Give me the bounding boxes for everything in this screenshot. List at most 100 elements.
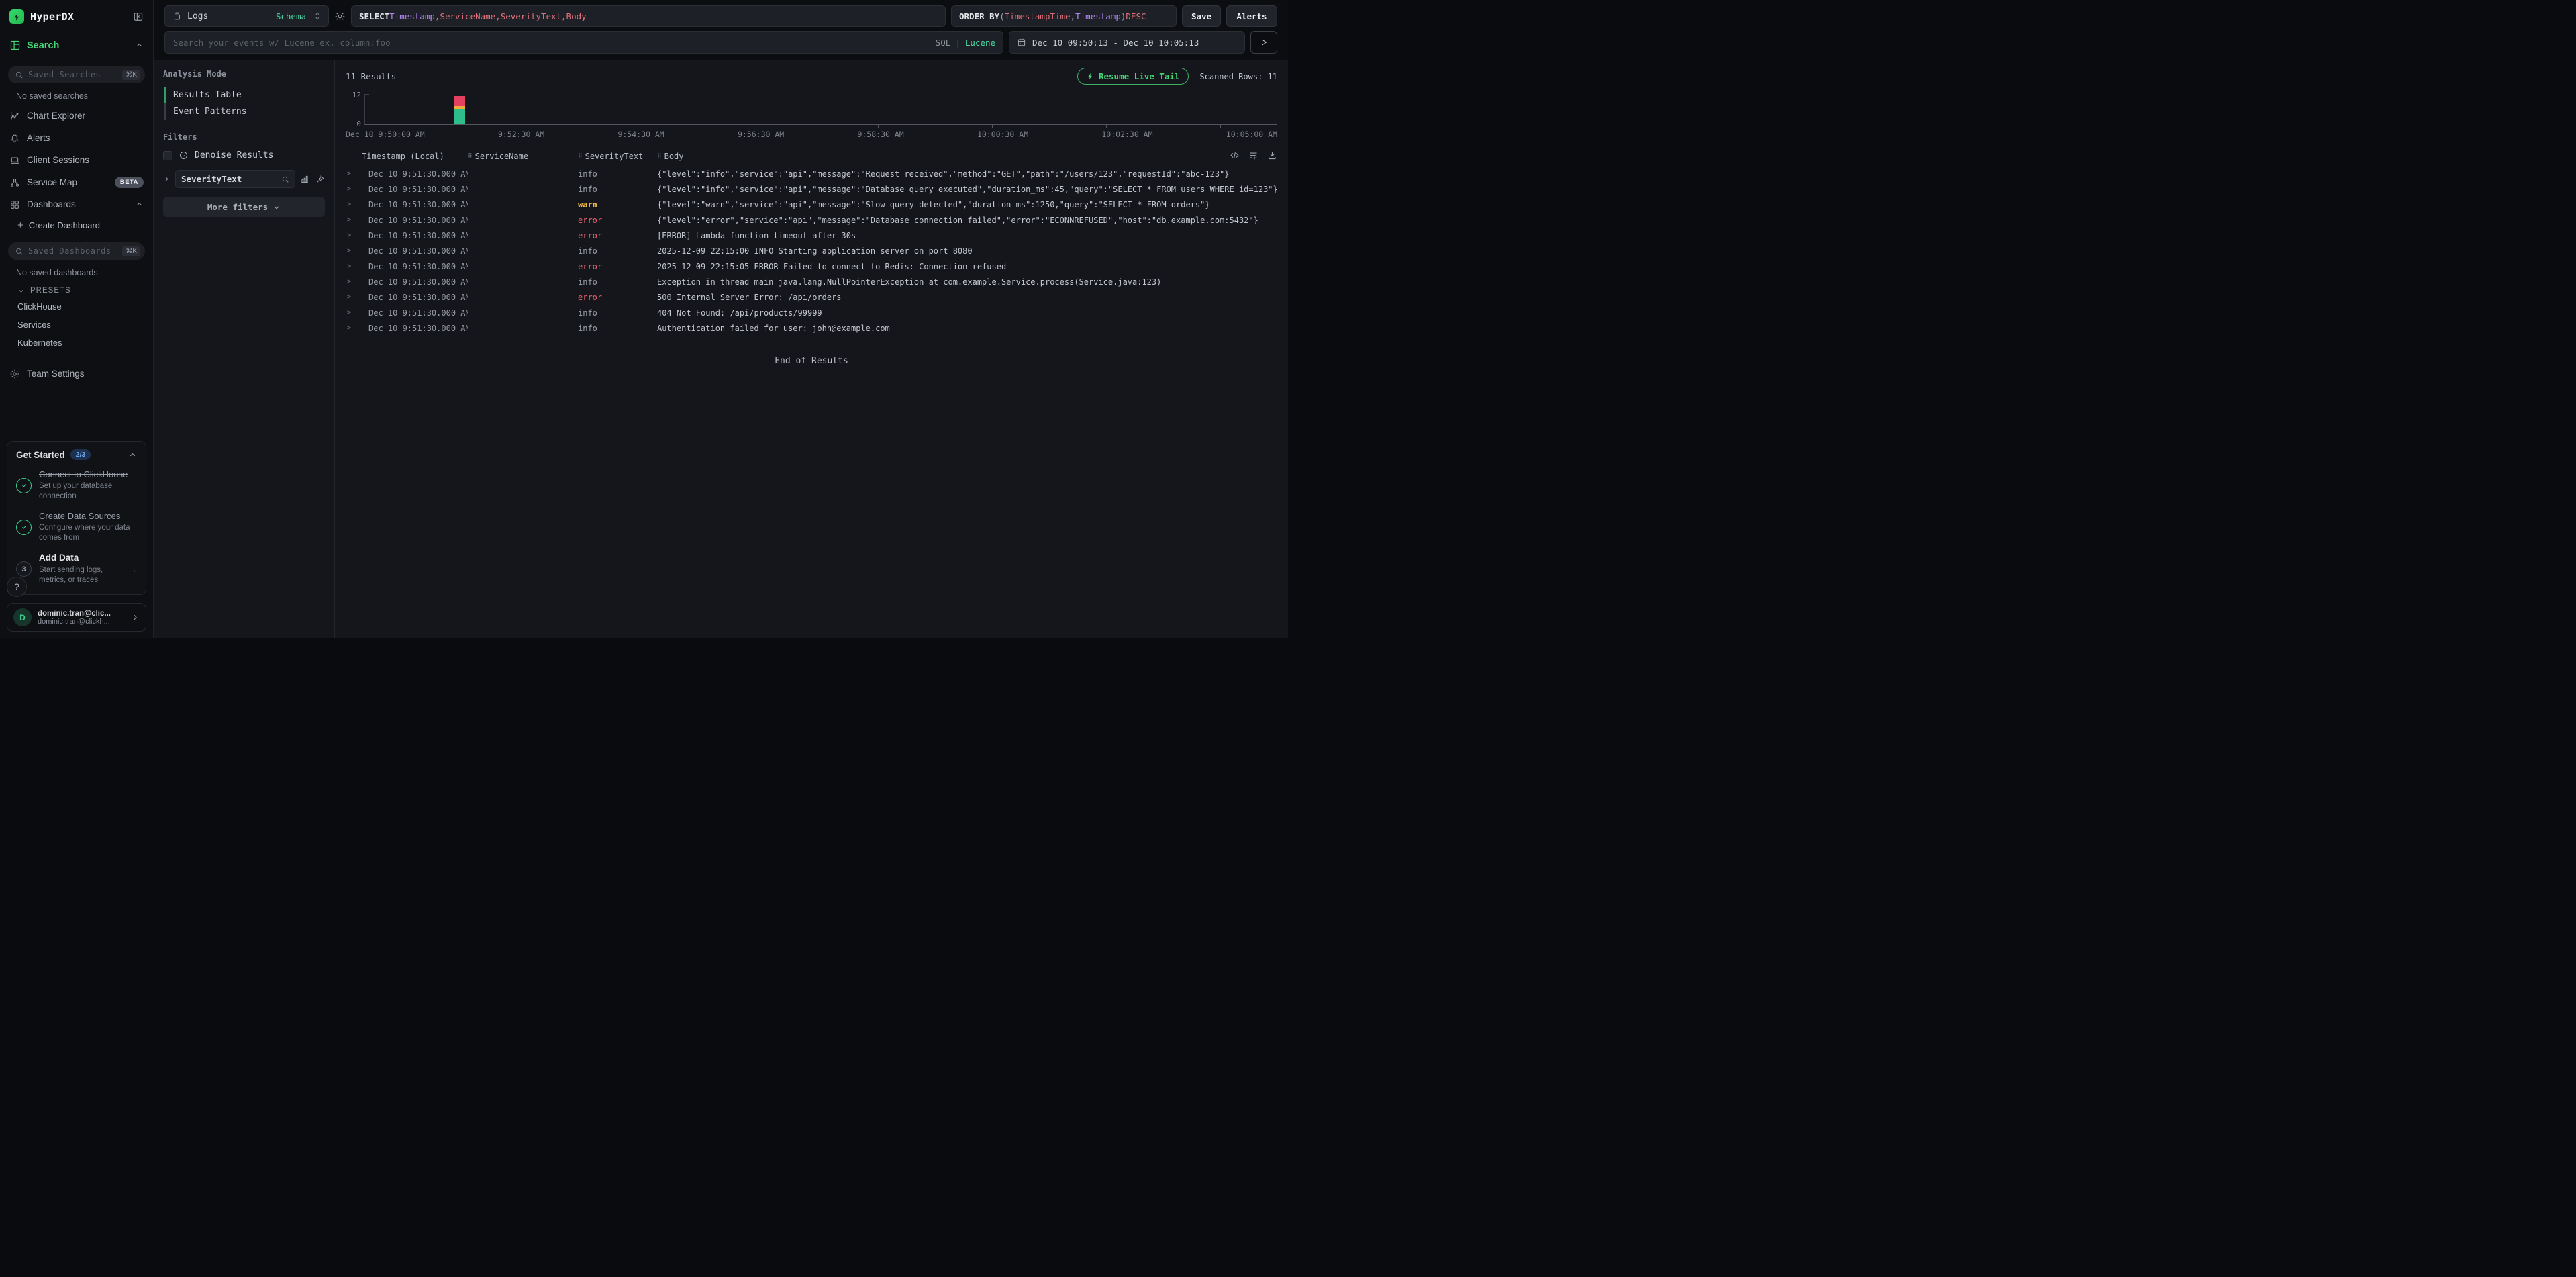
lucene-mode-option[interactable]: Lucene xyxy=(965,38,995,48)
row-expand-chevron-icon[interactable]: > xyxy=(346,216,362,224)
row-expand-chevron-icon[interactable]: > xyxy=(346,232,362,239)
row-body: 500 Internal Server Error: /api/orders xyxy=(657,293,1277,302)
save-button[interactable]: Save xyxy=(1182,5,1221,27)
saved-dashboards-input[interactable]: Saved Dashboards ⌘K xyxy=(8,242,145,260)
mode-event-patterns[interactable]: Event Patterns xyxy=(164,103,325,120)
table-row[interactable]: > Dec 10 9:51:30.000 AM info Authenticat… xyxy=(346,320,1277,336)
row-expand-chevron-icon[interactable]: > xyxy=(346,170,362,177)
get-started-step-connect[interactable]: Connect to ClickHouse Set up your databa… xyxy=(16,469,137,502)
sql-mode-option[interactable]: SQL xyxy=(936,38,951,48)
resume-live-tail-label: Resume Live Tail xyxy=(1099,71,1179,81)
table-row[interactable]: > Dec 10 9:51:30.000 AM error {"level":"… xyxy=(346,212,1277,228)
mode-results-table[interactable]: Results Table xyxy=(164,87,325,103)
column-header-servicename[interactable]: ⠿ServiceName xyxy=(468,152,578,161)
table-row[interactable]: > Dec 10 9:51:30.000 AM info {"level":"i… xyxy=(346,181,1277,197)
drag-grip-icon[interactable]: ⠿ xyxy=(468,153,472,160)
row-timestamp: Dec 10 9:51:30.000 AM xyxy=(362,289,468,305)
create-dashboard-button[interactable]: + Create Dashboard xyxy=(0,216,153,235)
sidebar-item-alerts[interactable]: Alerts xyxy=(0,127,153,149)
sidebar-item-search[interactable]: Search xyxy=(0,34,153,58)
chevron-up-icon[interactable] xyxy=(128,451,137,459)
table-row[interactable]: > Dec 10 9:51:30.000 AM error 500 Intern… xyxy=(346,289,1277,305)
stacked-bar[interactable] xyxy=(454,93,465,124)
help-button[interactable]: ? xyxy=(7,577,27,597)
events-histogram[interactable]: 12 0 Dec 10 9:50:00 AM9:52:30 AM9:54:30 … xyxy=(346,94,1277,139)
order-by-input[interactable]: ORDER BY (TimestampTime, Timestamp) DESC xyxy=(951,5,1177,27)
get-started-header[interactable]: Get Started 2/3 xyxy=(16,449,137,460)
order-by-direction: DESC xyxy=(1126,11,1146,21)
table-row[interactable]: > Dec 10 9:51:30.000 AM error 2025-12-09… xyxy=(346,258,1277,274)
table-row[interactable]: > Dec 10 9:51:30.000 AM info {"level":"i… xyxy=(346,166,1277,181)
preset-item[interactable]: Kubernetes xyxy=(0,334,153,352)
chevron-up-icon[interactable] xyxy=(135,41,144,50)
get-started-step-add-data[interactable]: 3 Add Data Start sending logs, metrics, … xyxy=(16,553,137,585)
download-icon[interactable] xyxy=(1267,150,1277,160)
table-row[interactable]: > Dec 10 9:51:30.000 AM warn {"level":"w… xyxy=(346,197,1277,212)
sidebar-item-service-map[interactable]: Service Map BETA xyxy=(0,171,153,193)
sidebar-item-chart-explorer[interactable]: Chart Explorer xyxy=(0,105,153,127)
column-header-body[interactable]: ⠿Body xyxy=(657,152,1277,161)
column-header-timestamp[interactable]: Timestamp (Local) xyxy=(362,152,468,161)
x-axis-label: 9:52:30 AM xyxy=(498,130,544,139)
row-expand-chevron-icon[interactable]: > xyxy=(346,185,362,193)
run-query-button[interactable] xyxy=(1250,31,1277,54)
alerts-button[interactable]: Alerts xyxy=(1226,5,1277,27)
table-row[interactable]: > Dec 10 9:51:30.000 AM info 2025-12-09 … xyxy=(346,243,1277,258)
user-email: dominic.tran@clickh... xyxy=(38,618,125,626)
results-header: 11 Results Resume Live Tail Scanned Rows… xyxy=(346,68,1277,85)
row-expand-chevron-icon[interactable]: > xyxy=(346,293,362,301)
sidebar-item-dashboards[interactable]: Dashboards xyxy=(0,193,153,216)
more-filters-button[interactable]: More filters xyxy=(163,197,325,217)
preset-item[interactable]: ClickHouse xyxy=(0,297,153,316)
resume-live-tail-button[interactable]: Resume Live Tail xyxy=(1077,68,1189,85)
row-expand-chevron-icon[interactable]: > xyxy=(346,247,362,254)
presets-toggle[interactable]: PRESETS xyxy=(0,281,153,297)
row-timestamp: Dec 10 9:51:30.000 AM xyxy=(362,320,468,336)
get-started-step-sources[interactable]: Create Data Sources Configure where your… xyxy=(16,511,137,543)
text-wrap-icon[interactable] xyxy=(1248,150,1258,160)
select-clause-input[interactable]: SELECT Timestamp,ServiceName,SeverityTex… xyxy=(351,5,946,27)
denoise-results-toggle[interactable]: Denoise Results xyxy=(163,150,325,160)
pin-icon[interactable] xyxy=(315,175,325,184)
step-title: Add Data xyxy=(39,553,79,563)
search-input[interactable] xyxy=(164,31,1003,54)
time-range-picker[interactable]: Dec 10 09:50:13 - Dec 10 10:05:13 xyxy=(1009,31,1245,54)
query-language-toggle: SQL | Lucene xyxy=(936,38,995,48)
denoise-checkbox[interactable] xyxy=(163,151,172,160)
row-expand-chevron-icon[interactable]: > xyxy=(346,309,362,316)
table-row[interactable]: > Dec 10 9:51:30.000 AM error [ERROR] La… xyxy=(346,228,1277,243)
drag-grip-icon[interactable]: ⠿ xyxy=(657,153,661,160)
row-severity: info xyxy=(578,324,657,333)
sidebar-item-client-sessions[interactable]: Client Sessions xyxy=(0,149,153,171)
query-toolbar: Logs Schema SELECT Timestamp,ServiceName… xyxy=(154,0,1288,31)
sidebar-collapse-button[interactable] xyxy=(133,11,144,22)
row-expand-chevron-icon[interactable]: > xyxy=(346,263,362,270)
row-expand-chevron-icon[interactable]: > xyxy=(346,201,362,208)
row-expand-chevron-icon[interactable]: > xyxy=(346,324,362,332)
source-settings-gear-icon[interactable] xyxy=(334,11,346,22)
code-view-icon[interactable] xyxy=(1230,150,1240,160)
service-map-label: Service Map xyxy=(27,177,108,187)
row-body: {"level":"info","service":"api","message… xyxy=(657,185,1277,194)
row-body: {"level":"info","service":"api","message… xyxy=(657,169,1277,179)
row-timestamp: Dec 10 9:51:30.000 AM xyxy=(362,228,468,243)
row-timestamp: Dec 10 9:51:30.000 AM xyxy=(362,305,468,320)
saved-searches-input[interactable]: Saved Searches ⌘K xyxy=(8,66,145,83)
table-row[interactable]: > Dec 10 9:51:30.000 AM info Exception i… xyxy=(346,274,1277,289)
x-axis-label: 10:05:00 AM xyxy=(1226,130,1277,139)
select-fields-rest: ,ServiceName,SeverityText,Body xyxy=(435,11,587,21)
source-select[interactable]: Logs Schema xyxy=(164,5,329,27)
drag-grip-icon[interactable]: ⠿ xyxy=(578,153,582,160)
table-row[interactable]: > Dec 10 9:51:30.000 AM info 404 Not Fou… xyxy=(346,305,1277,320)
row-expand-chevron-icon[interactable]: > xyxy=(346,278,362,285)
preset-item[interactable]: Services xyxy=(0,316,153,334)
user-menu[interactable]: D dominic.tran@clic... dominic.tran@clic… xyxy=(7,603,146,632)
facet-chart-icon[interactable] xyxy=(300,175,309,184)
facet-search-box[interactable]: SeverityText xyxy=(175,170,295,188)
row-timestamp: Dec 10 9:51:30.000 AM xyxy=(362,274,468,289)
sidebar-item-team-settings[interactable]: Team Settings xyxy=(0,363,153,385)
x-axis-label: 9:54:30 AM xyxy=(617,130,664,139)
chevron-up-icon[interactable] xyxy=(135,200,144,209)
chevron-right-icon[interactable] xyxy=(163,175,170,183)
column-header-severitytext[interactable]: ⠿SeverityText xyxy=(578,152,657,161)
